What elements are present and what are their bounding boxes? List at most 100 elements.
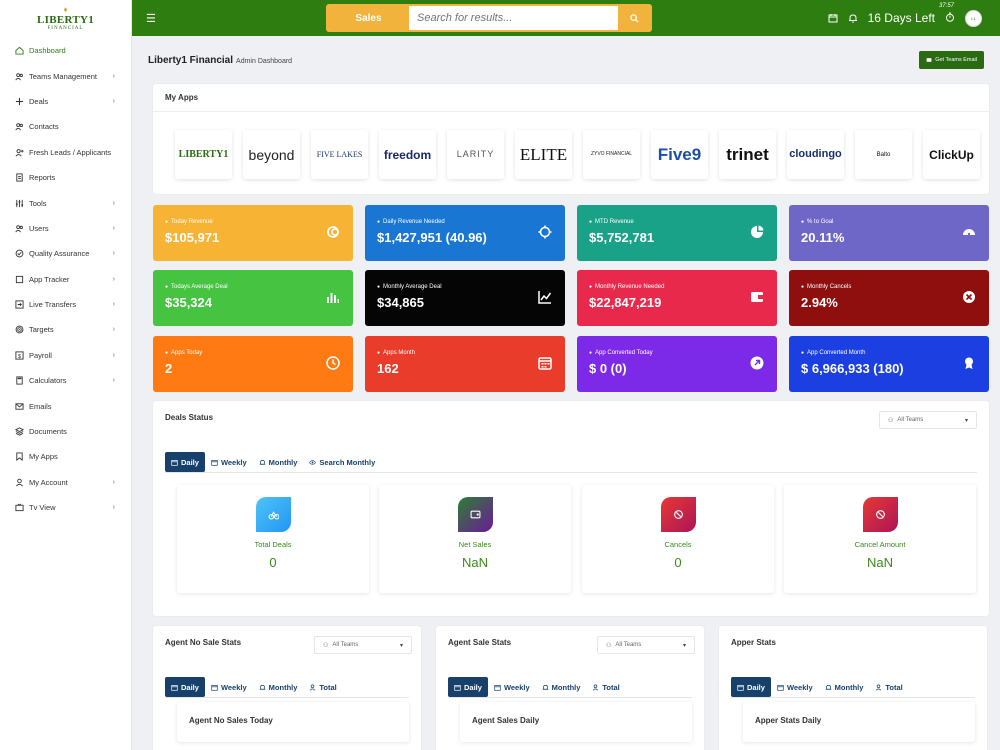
- app-tile-liberty1[interactable]: LIBERTY1: [175, 130, 232, 179]
- tab-total[interactable]: Total: [869, 677, 908, 697]
- clock-icon: [325, 355, 341, 371]
- tab-label: Weekly: [786, 682, 813, 692]
- panel-inner-title: Apper Stats Daily: [743, 702, 975, 742]
- file-icon: [14, 173, 24, 183]
- search-input[interactable]: [409, 6, 618, 30]
- calendar-icon[interactable]: [828, 13, 838, 23]
- ban-icon: [660, 497, 696, 532]
- header-actions: 16 Days Left 37:57 L1: [828, 0, 982, 36]
- stat-label-text: Todays Average Deal: [171, 284, 228, 290]
- app-tile-trinet[interactable]: trinet: [719, 130, 776, 179]
- tab-label: Monthly: [268, 457, 298, 467]
- sidebar-item-tv-view[interactable]: Tv View ›: [0, 495, 131, 520]
- tab-monthly[interactable]: Monthly: [253, 452, 304, 472]
- sidebar-item-teams-management[interactable]: Teams Management ›: [0, 63, 131, 88]
- stat-card-apps-month[interactable]: ● Apps Month 162: [365, 336, 565, 392]
- sidebar-item-dashboard[interactable]: Dashboard: [0, 38, 131, 63]
- panel-team-filter-label: All Teams: [332, 642, 359, 648]
- tab-daily[interactable]: Daily: [731, 677, 771, 697]
- stat-label-bullet-icon: ●: [801, 350, 805, 356]
- sidebar-item-deals[interactable]: Deals ›: [0, 89, 131, 114]
- sidebar-item-reports[interactable]: Reports: [0, 165, 131, 190]
- tab-weekly[interactable]: Weekly: [205, 452, 253, 472]
- stat-card-monthly-cancels[interactable]: ● Monthly Cancels 2.94%: [789, 270, 989, 326]
- app-tile-balto[interactable]: Balto: [855, 130, 912, 179]
- bell-icon: [825, 684, 831, 690]
- tab-label: Weekly: [503, 682, 530, 692]
- bookmark-icon: [14, 452, 24, 462]
- tab-monthly[interactable]: Monthly: [253, 677, 304, 697]
- tab-label: Daily: [181, 457, 199, 467]
- stat-card-app-converted-today[interactable]: ● App Converted Today $ 0 (0): [577, 336, 777, 392]
- tab-monthly[interactable]: Monthly: [819, 677, 870, 697]
- stat-card-monthly-revenue-needed[interactable]: ● Monthly Revenue Needed $22,847,219: [577, 270, 777, 326]
- stat-card-today-revenue[interactable]: ● Today Revenue $105,971: [153, 205, 353, 261]
- user-avatar[interactable]: L1: [965, 9, 982, 27]
- sidebar-item-targets[interactable]: Targets ›: [0, 317, 131, 342]
- sidebar-item-documents[interactable]: Documents: [0, 419, 131, 444]
- app-tile-elite[interactable]: ELITE: [515, 130, 572, 179]
- panel-inner-title: Agent No Sales Today: [177, 702, 409, 742]
- sidebar-item-label: My Apps: [29, 452, 58, 462]
- app-tile-larity[interactable]: LARITY: [447, 130, 504, 179]
- stat-card-to-goal[interactable]: ●% to Goal 20.11%: [789, 205, 989, 261]
- bar-chart-icon: [325, 289, 341, 305]
- search-category-select[interactable]: Sales: [328, 6, 409, 30]
- panel-team-filter[interactable]: ⚇ All Teams ▾: [597, 636, 695, 654]
- sidebar-item-users[interactable]: Users ›: [0, 216, 131, 241]
- get-teams-email-button[interactable]: Get Teams Email: [919, 51, 984, 69]
- sidebar-item-label: Teams Management: [29, 71, 97, 81]
- app-tile-clickup[interactable]: ClickUp: [923, 130, 980, 179]
- tab-search-monthly[interactable]: Search Monthly: [303, 452, 381, 472]
- deals-team-filter[interactable]: ⚇ All Teams ▾: [879, 411, 977, 429]
- sidebar-item-my-account[interactable]: My Account ›: [0, 470, 131, 495]
- crosshair-icon: [537, 224, 553, 240]
- app-tile-freedom[interactable]: freedom: [379, 130, 436, 179]
- users-icon: [14, 71, 24, 81]
- sidebar-item-calculators[interactable]: Calculators ›: [0, 368, 131, 393]
- app-tile-five9[interactable]: Five9: [651, 130, 708, 179]
- menu-toggle-icon[interactable]: ☰: [146, 12, 156, 25]
- stat-card-app-converted-month[interactable]: ● App Converted Month $ 6,966,933 (180): [789, 336, 989, 392]
- sidebar-item-my-apps[interactable]: My Apps: [0, 444, 131, 469]
- tab-weekly[interactable]: Weekly: [488, 677, 536, 697]
- panel-team-filter[interactable]: ⚇ All Teams ▾: [314, 636, 412, 654]
- stat-value: 2.94%: [801, 295, 838, 310]
- tab-monthly[interactable]: Monthly: [536, 677, 587, 697]
- stat-card-mtd-revenue[interactable]: ● MTD Revenue $5,752,781: [577, 205, 777, 261]
- app-tile-five-lakes[interactable]: FIVE LAKES: [311, 130, 368, 179]
- search-button[interactable]: [618, 6, 650, 30]
- tab-weekly[interactable]: Weekly: [205, 677, 253, 697]
- stat-value: 20.11%: [801, 230, 845, 245]
- stat-label: ● Today Revenue: [165, 219, 341, 225]
- stat-card-daily-revenue-needed[interactable]: ● Daily Revenue Needed $1,427,951 (40.96): [365, 205, 565, 261]
- chevron-right-icon: ›: [112, 504, 115, 512]
- search-bar: Sales: [326, 4, 652, 32]
- get-teams-email-label: Get Teams Email: [935, 57, 977, 63]
- app-tile-zyvo-financial[interactable]: ZYVO FINANCIAL: [583, 130, 640, 179]
- sidebar-item-contacts[interactable]: Contacts: [0, 114, 131, 139]
- stat-card-todays-average-deal[interactable]: ● Todays Average Deal $35,324: [153, 270, 353, 326]
- sidebar-item-payroll[interactable]: $ Payroll ›: [0, 343, 131, 368]
- transfer-icon: [14, 300, 24, 310]
- tab-daily[interactable]: Daily: [165, 677, 205, 697]
- sidebar-item-tools[interactable]: Tools ›: [0, 190, 131, 215]
- app-logo-text: LIBERTY1: [178, 148, 229, 160]
- tab-daily[interactable]: Daily: [448, 677, 488, 697]
- logo[interactable]: ♦ LIBERTY1 FINANCIAL: [0, 0, 131, 36]
- tab-daily[interactable]: Daily: [165, 452, 205, 472]
- stat-card-monthly-average-deal[interactable]: ● Monthly Average Deal $34,865: [365, 270, 565, 326]
- bell-icon[interactable]: [848, 13, 858, 23]
- tab-weekly[interactable]: Weekly: [771, 677, 819, 697]
- sidebar-item-quality-assurance[interactable]: Quality Assurance ›: [0, 241, 131, 266]
- app-tile-beyond[interactable]: beyond: [243, 130, 300, 179]
- sidebar-item-emails[interactable]: Emails: [0, 393, 131, 418]
- stat-card-apps-today[interactable]: ● Apps Today 2: [153, 336, 353, 392]
- app-tile-cloudingo[interactable]: cloudingo: [787, 130, 844, 179]
- sidebar-item-live-transfers[interactable]: Live Transfers ›: [0, 292, 131, 317]
- sidebar-item-label: Dashboard: [29, 46, 66, 56]
- tab-total[interactable]: Total: [586, 677, 625, 697]
- sidebar-item-fresh-leads-applicants[interactable]: Fresh Leads / Applicants: [0, 140, 131, 165]
- tab-total[interactable]: Total: [303, 677, 342, 697]
- sidebar-item-app-tracker[interactable]: App Tracker ›: [0, 267, 131, 292]
